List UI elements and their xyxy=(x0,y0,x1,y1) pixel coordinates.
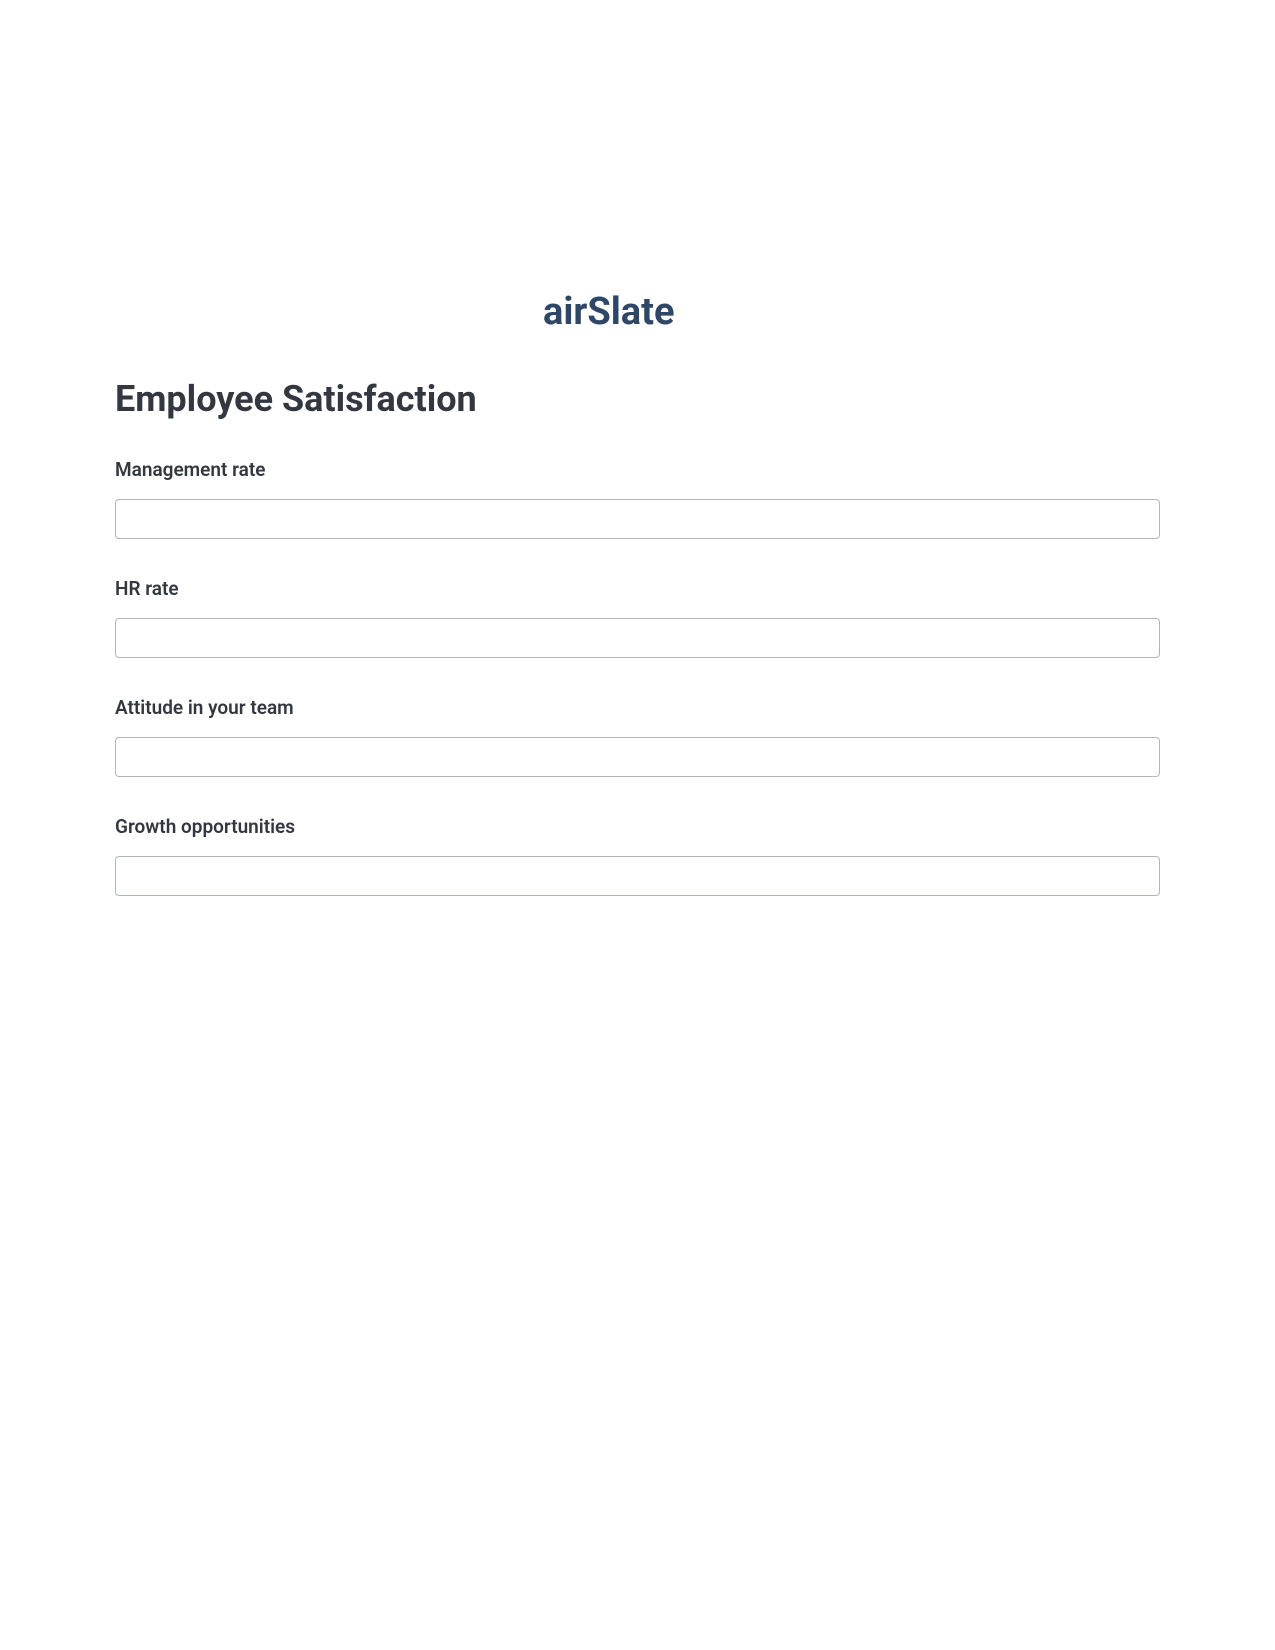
form-container: airSlate Employee Satisfaction Managemen… xyxy=(0,0,1275,896)
field-label-management-rate: Management rate xyxy=(115,458,1160,481)
svg-text:airSlate: airSlate xyxy=(543,290,674,334)
field-group-hr-rate: HR rate xyxy=(115,577,1160,658)
management-rate-input[interactable] xyxy=(115,499,1160,539)
form-title: Employee Satisfaction xyxy=(115,378,1160,420)
field-label-hr-rate: HR rate xyxy=(115,577,1160,600)
hr-rate-input[interactable] xyxy=(115,618,1160,658)
field-label-attitude: Attitude in your team xyxy=(115,696,1160,719)
form-content: Employee Satisfaction Management rate HR… xyxy=(0,378,1275,896)
attitude-input[interactable] xyxy=(115,737,1160,777)
field-group-management-rate: Management rate xyxy=(115,458,1160,539)
field-label-growth: Growth opportunities xyxy=(115,815,1160,838)
logo-wrapper: airSlate xyxy=(0,290,1275,338)
field-group-attitude: Attitude in your team xyxy=(115,696,1160,777)
airslate-logo: airSlate xyxy=(543,290,733,338)
growth-input[interactable] xyxy=(115,856,1160,896)
field-group-growth: Growth opportunities xyxy=(115,815,1160,896)
